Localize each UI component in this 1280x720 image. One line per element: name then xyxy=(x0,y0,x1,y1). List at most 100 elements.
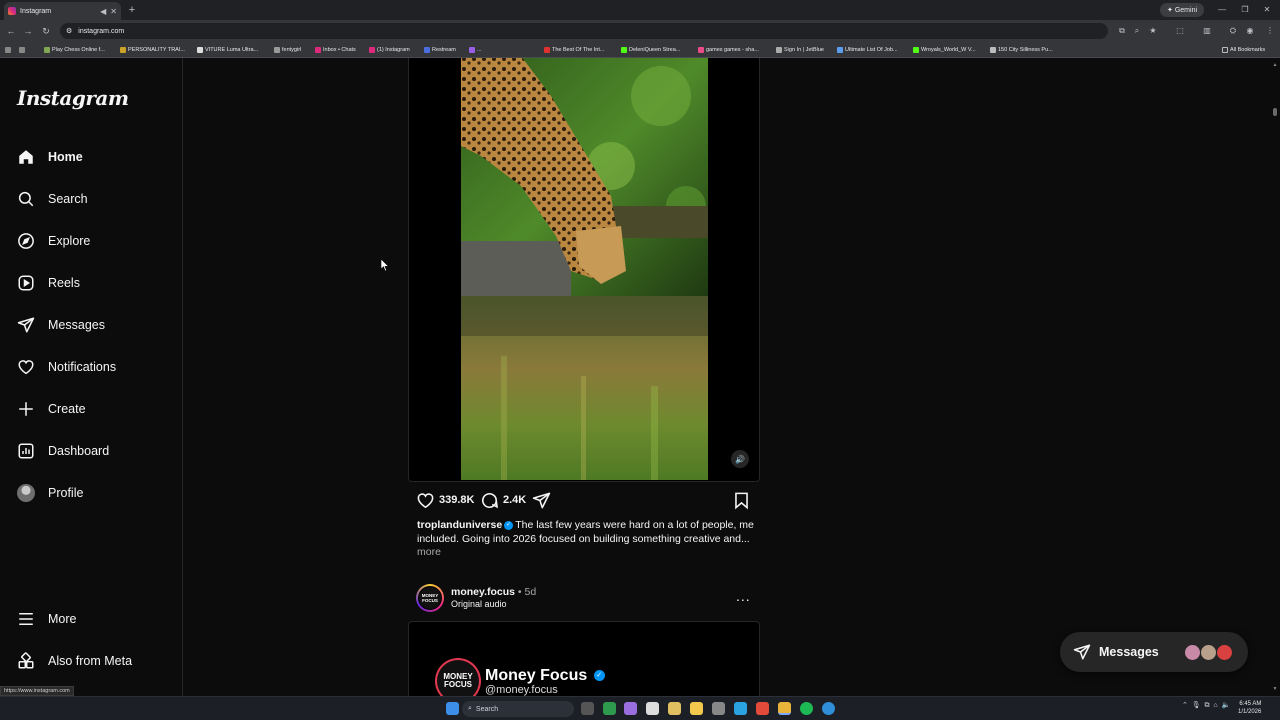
sidebar-item-label: Search xyxy=(48,192,88,206)
sidebar-item-label: Create xyxy=(48,402,86,416)
apps-icon[interactable] xyxy=(5,45,11,55)
post-video[interactable]: MONEY FOCUS Money Focus ✓ @money.focus xyxy=(408,621,760,696)
sidebar-item-notifications[interactable]: Notifications xyxy=(16,352,176,382)
close-window-icon[interactable]: ✕ xyxy=(1260,3,1274,17)
avatar[interactable]: MONEY FOCUS xyxy=(416,584,444,612)
bookmark-star-icon[interactable]: ★ xyxy=(1147,25,1159,37)
bookmark-item[interactable]: 150 City Silliness Pu... xyxy=(990,45,1062,55)
sidebar-item-create[interactable]: Create xyxy=(16,394,176,424)
scroll-up-icon[interactable]: ▲ xyxy=(1272,62,1278,68)
bookmark-item[interactable]: DeleniQueen Strea... xyxy=(621,45,691,55)
gemini-label: Gemini xyxy=(1174,6,1198,14)
task-view-icon[interactable] xyxy=(581,702,594,715)
reload-icon[interactable]: ↻ xyxy=(39,24,53,38)
sidebar-item-profile[interactable]: Profile xyxy=(16,478,176,508)
account-icon[interactable]: ◉ xyxy=(1244,25,1256,37)
app-icon[interactable] xyxy=(756,702,769,715)
all-bookmarks-folder[interactable]: All Bookmarks xyxy=(1222,45,1276,55)
scrollbar-thumb[interactable] xyxy=(1273,108,1277,116)
app-icon[interactable] xyxy=(624,702,637,715)
bookmark-item[interactable]: PERSONALITY TRAI... xyxy=(120,45,192,55)
bookmark-item[interactable]: fentygirl xyxy=(274,45,310,55)
bookmark-item[interactable]: Play Chess Online f... xyxy=(44,45,116,55)
bookmark-item[interactable]: The Best Of The Int... xyxy=(544,45,614,55)
sidebar-item-label: Messages xyxy=(48,318,105,332)
sidebar-item-reels[interactable]: Reels xyxy=(16,268,176,298)
clock[interactable]: 6:45 AM 1/1/2026 xyxy=(1238,700,1261,716)
mute-toggle-icon[interactable]: 🔊 xyxy=(731,450,749,468)
messages-pill[interactable]: Messages xyxy=(1060,632,1248,672)
bookmark-item[interactable]: ... xyxy=(469,45,489,55)
avatar xyxy=(16,483,36,503)
zoom-icon[interactable]: ⌕ xyxy=(1131,25,1143,37)
settings-icon[interactable] xyxy=(712,702,725,715)
caption-username[interactable]: troplanduniverse xyxy=(417,519,502,531)
comment-count: 2.4K xyxy=(503,494,527,506)
status-bar-url: https://www.instagram.com xyxy=(0,686,74,696)
chrome-icon[interactable] xyxy=(778,702,791,715)
bookmark-item[interactable]: Ultimate List Of Job... xyxy=(837,45,907,55)
bookmark-item[interactable]: games games - sha... xyxy=(698,45,770,55)
sidebar-item-more[interactable]: More xyxy=(16,604,176,634)
post-username[interactable]: money.focus xyxy=(451,586,515,598)
more-options-icon[interactable]: ... xyxy=(736,588,751,604)
like-button[interactable]: 339.8K xyxy=(416,490,474,510)
spotify-icon[interactable] xyxy=(800,702,813,715)
post-time: 5d xyxy=(524,586,537,598)
tab-groups-icon[interactable] xyxy=(19,45,25,55)
compass-icon xyxy=(16,231,36,251)
side-panel-icon[interactable]: ▥ xyxy=(1201,25,1213,37)
sidebar-item-messages[interactable]: Messages xyxy=(16,310,176,340)
post-video[interactable]: 🔊 xyxy=(408,58,760,482)
meta-apps-icon xyxy=(16,651,36,671)
bookmark-item[interactable]: VITURE Luma Ultra... xyxy=(197,45,267,55)
bookmark-item[interactable]: (1) Instagram xyxy=(369,45,419,55)
share-button[interactable] xyxy=(532,490,551,510)
post-audio-link[interactable]: Original audio xyxy=(451,599,507,609)
bookmark-item[interactable]: Inbox • Chats xyxy=(315,45,365,55)
new-tab-button[interactable]: + xyxy=(126,3,138,17)
tab-close-icon[interactable]: ✕ xyxy=(110,7,117,16)
app-icon[interactable] xyxy=(734,702,747,715)
browser-tab[interactable]: Instagram ◀ ✕ xyxy=(4,2,121,20)
profile-icon[interactable]: ⛭ xyxy=(1227,25,1239,37)
restore-icon[interactable]: ❐ xyxy=(1238,3,1252,17)
start-icon[interactable] xyxy=(446,702,459,715)
app-icon[interactable] xyxy=(603,702,616,715)
caption-more-link[interactable]: more xyxy=(417,546,441,558)
comment-button[interactable]: 2.4K xyxy=(480,490,526,510)
taskbar-search-label: Search xyxy=(475,705,499,713)
gemini-button[interactable]: ✦ Gemini xyxy=(1160,3,1204,17)
tab-audio-icon[interactable]: ◀ xyxy=(100,7,106,16)
site-info-icon[interactable]: ⚙ xyxy=(66,27,72,35)
bookmark-item[interactable]: Sign In | JetBlue xyxy=(776,45,831,55)
sidebar-item-also-from-meta[interactable]: Also from Meta xyxy=(16,646,176,676)
search-icon xyxy=(16,189,36,209)
back-icon[interactable]: ← xyxy=(4,24,18,38)
taskbar-search[interactable]: ⌕ Search xyxy=(462,701,574,717)
bookmark-item[interactable]: Restream xyxy=(424,45,464,55)
app-icon[interactable] xyxy=(646,702,659,715)
sidebar-item-home[interactable]: Home xyxy=(16,142,176,172)
sidebar-item-dashboard[interactable]: Dashboard xyxy=(16,436,176,466)
sidebar-item-search[interactable]: Search xyxy=(16,184,176,214)
address-bar[interactable]: ⚙ instagram.com xyxy=(60,23,1108,39)
page-scrollbar[interactable]: ▲ ▼ xyxy=(1270,58,1280,696)
save-button[interactable] xyxy=(732,490,751,510)
instagram-logo[interactable]: Instagram xyxy=(17,86,129,110)
extensions-icon[interactable]: ⬚ xyxy=(1174,25,1186,37)
system-tray[interactable]: ⌃ 🎙 ⧉ ⌂ 🔈 xyxy=(1182,701,1230,710)
bookmark-item[interactable]: Wroyals_World_W V... xyxy=(913,45,985,55)
chrome-menu-icon[interactable]: ⋮ xyxy=(1264,25,1276,37)
install-app-icon[interactable]: ⧉ xyxy=(1116,25,1128,37)
edge-icon[interactable] xyxy=(822,702,835,715)
sidebar: Instagram Home Search Explore Reels Mess… xyxy=(0,58,183,696)
post-username-row: money.focus • 5d xyxy=(451,586,536,598)
app-icon[interactable] xyxy=(668,702,681,715)
file-explorer-icon[interactable] xyxy=(690,702,703,715)
scroll-down-icon[interactable]: ▼ xyxy=(1272,686,1278,692)
heart-icon xyxy=(16,357,36,377)
sidebar-item-explore[interactable]: Explore xyxy=(16,226,176,256)
forward-icon[interactable]: → xyxy=(21,24,35,38)
minimize-icon[interactable]: — xyxy=(1215,3,1229,17)
